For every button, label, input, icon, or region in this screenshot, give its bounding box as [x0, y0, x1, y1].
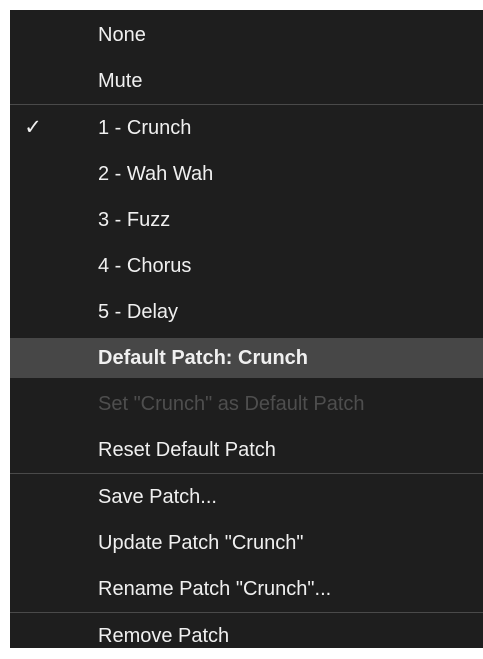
menu-item-patch-2[interactable]: 2 - Wah Wah [10, 151, 483, 197]
patch-label: 2 - Wah Wah [98, 163, 214, 185]
menu-item-reset-default-patch[interactable]: Reset Default Patch [10, 427, 483, 473]
menu-item-patch-5[interactable]: 5 - Delay [10, 289, 483, 335]
patch-label: 1 - Crunch [98, 117, 192, 139]
rename-patch-label: Rename Patch "Crunch"... [98, 578, 332, 600]
reset-default-label: Reset Default Patch [98, 439, 276, 461]
patch-label: 4 - Chorus [98, 255, 192, 277]
default-patch-header: Default Patch: Crunch [10, 338, 483, 378]
menu-item-patch-1[interactable]: ✓ 1 - Crunch [10, 105, 483, 151]
menu-item-remove-patch[interactable]: Remove Patch [10, 613, 483, 659]
menu-item-none-label: None [98, 24, 146, 46]
patch-label: 3 - Fuzz [98, 209, 171, 231]
menu-item-save-patch[interactable]: Save Patch... [10, 474, 483, 520]
default-patch-header-label: Default Patch: Crunch [98, 347, 309, 369]
menu-item-patch-4[interactable]: 4 - Chorus [10, 243, 483, 289]
menu-item-none[interactable]: None [10, 12, 483, 58]
set-default-label: Set "Crunch" as Default Patch [98, 393, 365, 415]
menu-item-mute-label: Mute [98, 70, 143, 92]
remove-patch-label: Remove Patch [98, 625, 230, 647]
patch-label: 5 - Delay [98, 301, 179, 323]
menu-item-rename-patch[interactable]: Rename Patch "Crunch"... [10, 566, 483, 612]
menu-item-mute[interactable]: Mute [10, 58, 483, 104]
save-patch-label: Save Patch... [98, 486, 217, 508]
checkmark-icon: ✓ [24, 116, 42, 139]
update-patch-label: Update Patch "Crunch" [98, 532, 304, 554]
patch-context-menu: None Mute ✓ 1 - Crunch 2 - Wah Wah 3 - F… [10, 10, 483, 648]
menu-item-update-patch[interactable]: Update Patch "Crunch" [10, 520, 483, 566]
menu-item-patch-3[interactable]: 3 - Fuzz [10, 197, 483, 243]
menu-item-set-default-patch: Set "Crunch" as Default Patch [10, 381, 483, 427]
